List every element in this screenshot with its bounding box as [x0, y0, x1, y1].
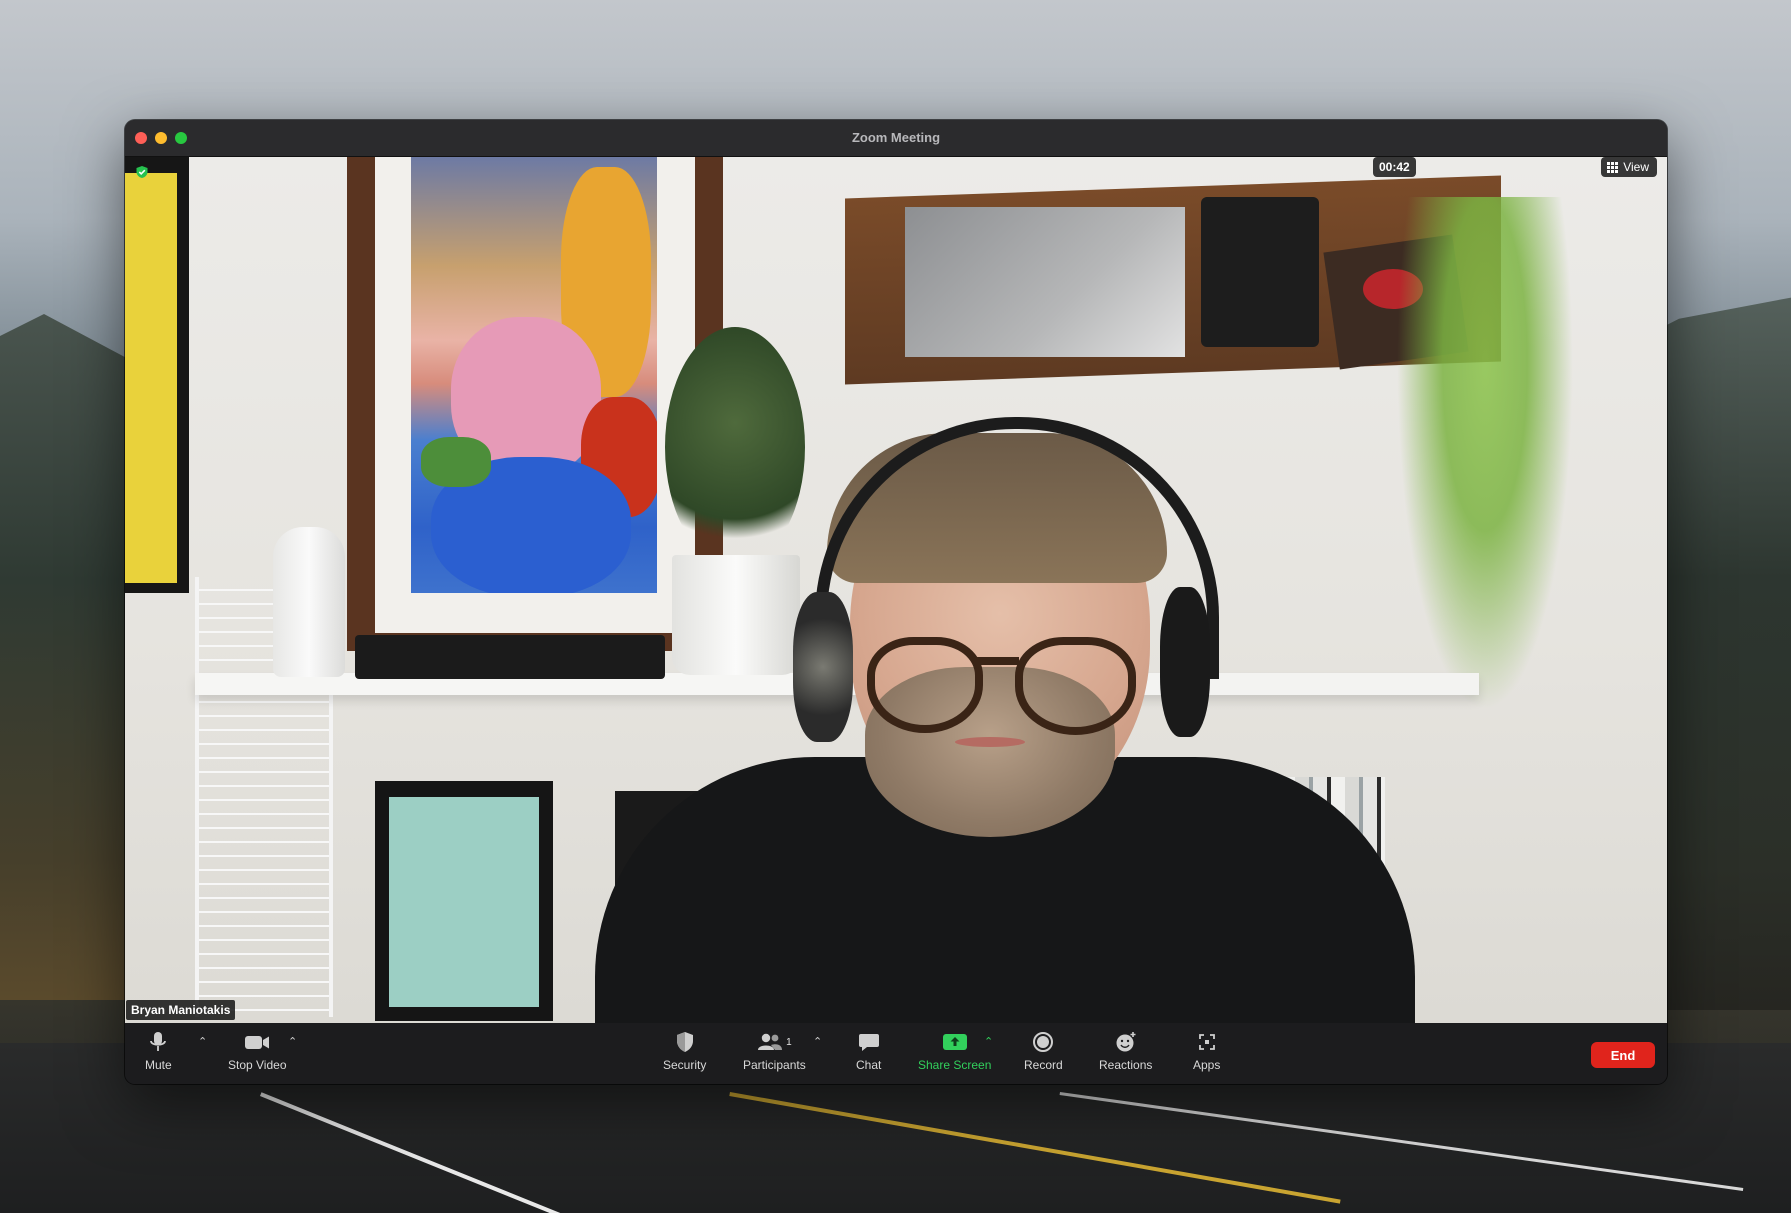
participants-button[interactable]: 1 Participants — [743, 1029, 806, 1072]
mute-label: Mute — [145, 1058, 172, 1072]
meeting-toolbar: Mute ⌃ Stop Video ⌃ Security 1 Participa… — [125, 1023, 1667, 1084]
meeting-timer: 00:42 — [1373, 157, 1416, 177]
microphone-icon — [150, 1032, 167, 1051]
share-screen-icon — [942, 1034, 967, 1050]
video-scene-element — [125, 173, 177, 583]
share-screen-label: Share Screen — [918, 1058, 992, 1072]
video-scene-element — [1201, 197, 1319, 347]
smiley-icon — [1116, 1032, 1136, 1052]
video-camera-icon — [245, 1036, 270, 1049]
video-scene-element — [389, 797, 539, 1007]
shield-check-icon[interactable] — [135, 165, 149, 179]
reactions-button[interactable]: Reactions — [1099, 1029, 1152, 1072]
chat-button[interactable]: Chat — [856, 1029, 881, 1072]
video-options-chevron-icon[interactable]: ⌃ — [288, 1035, 297, 1048]
record-label: Record — [1024, 1058, 1063, 1072]
stop-video-button[interactable]: Stop Video — [228, 1029, 287, 1072]
chat-bubble-icon — [858, 1034, 879, 1051]
shield-icon — [676, 1032, 693, 1052]
video-scene-element — [905, 207, 1185, 357]
participants-options-chevron-icon[interactable]: ⌃ — [813, 1035, 822, 1048]
view-label: View — [1623, 160, 1649, 174]
video-stage: 00:42 View Bryan Maniotakis — [125, 157, 1667, 1023]
security-button[interactable]: Security — [663, 1029, 706, 1072]
security-label: Security — [663, 1058, 707, 1072]
apps-label: Apps — [1193, 1058, 1221, 1072]
reactions-label: Reactions — [1099, 1058, 1153, 1072]
stop-video-label: Stop Video — [228, 1058, 287, 1072]
record-icon — [1033, 1032, 1054, 1052]
grid-icon — [1607, 161, 1619, 173]
video-scene-element — [273, 527, 345, 677]
video-scene-element — [955, 737, 1025, 747]
chat-label: Chat — [856, 1058, 882, 1072]
share-options-chevron-icon[interactable]: ⌃ — [984, 1035, 993, 1048]
apps-icon — [1198, 1034, 1215, 1050]
mute-button[interactable]: Mute — [145, 1029, 172, 1072]
participant-video — [125, 157, 1667, 1023]
video-scene-element — [421, 437, 491, 487]
end-meeting-button[interactable]: End — [1591, 1042, 1655, 1068]
video-scene-element — [1160, 587, 1210, 737]
view-button[interactable]: View — [1601, 157, 1657, 177]
participant-name-tag: Bryan Maniotakis — [126, 1000, 236, 1020]
record-button[interactable]: Record — [1024, 1029, 1063, 1072]
apps-button[interactable]: Apps — [1193, 1029, 1220, 1072]
video-scene-element — [793, 592, 853, 742]
audio-options-chevron-icon[interactable]: ⌃ — [198, 1035, 207, 1048]
title-bar[interactable]: Zoom Meeting — [125, 120, 1667, 157]
zoom-meeting-window: Zoom Meeting 00:42 View Bryan Maniotakis… — [125, 120, 1667, 1084]
participants-count: 1 — [786, 1036, 792, 1048]
participant-person — [595, 337, 1415, 1023]
share-screen-button[interactable]: Share Screen — [918, 1029, 991, 1072]
participants-label: Participants — [743, 1058, 806, 1072]
people-icon — [758, 1033, 783, 1050]
window-title: Zoom Meeting — [851, 130, 941, 145]
